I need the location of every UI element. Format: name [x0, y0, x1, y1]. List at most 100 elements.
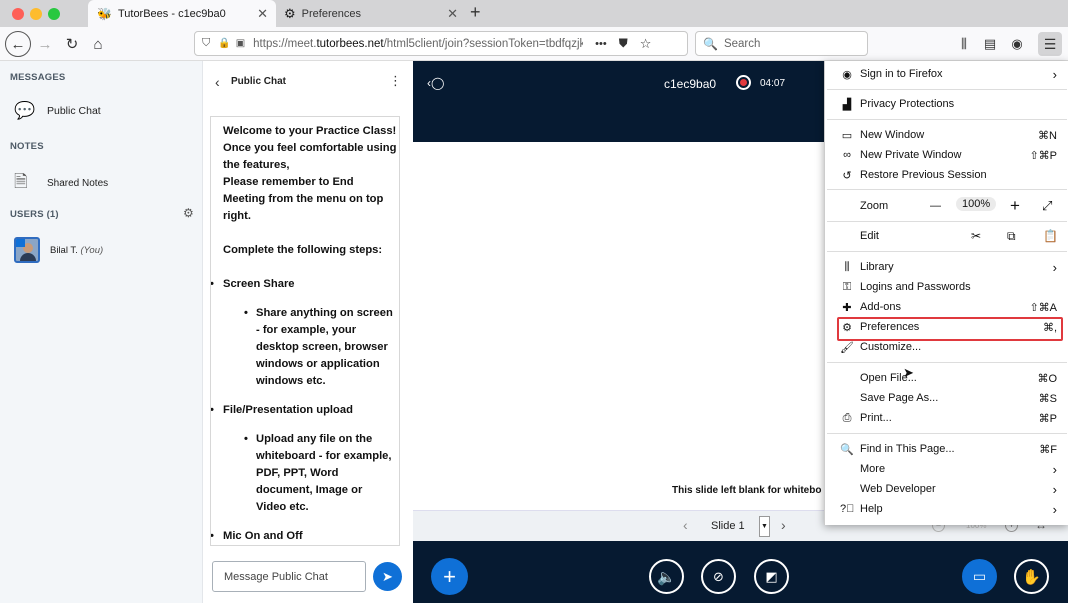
zoom-reset-button[interactable]: 100% — [956, 197, 997, 211]
menu-item-open-file[interactable]: Open File... ⌘O — [825, 368, 1068, 388]
next-slide-button[interactable]: › — [781, 517, 786, 533]
slide-dropdown-icon[interactable]: ▼ — [759, 516, 770, 537]
user-list-item[interactable]: Bilal T. (You) — [14, 237, 103, 263]
chat-message-list[interactable]: Welcome to your Practice Class! Once you… — [210, 116, 400, 546]
minimize-window-button[interactable] — [30, 8, 42, 20]
close-icon[interactable]: ✕ — [257, 6, 268, 22]
menu-item-more[interactable]: More › — [825, 459, 1068, 479]
paste-icon[interactable]: 📋 — [1043, 229, 1058, 243]
raise-hand-button[interactable]: ✋ — [1014, 559, 1049, 594]
shield-icon[interactable]: ⛉ — [202, 37, 210, 50]
menu-item-help[interactable]: ?⃝ Help › — [825, 499, 1068, 519]
send-button[interactable]: ➤ — [373, 562, 402, 591]
menu-item-save-page[interactable]: Save Page As... ⌘S — [825, 388, 1068, 408]
page-actions-icon[interactable]: ••• — [595, 38, 607, 50]
account-icon[interactable]: ◉ — [1005, 32, 1029, 56]
library-icon: ⫼ — [844, 260, 850, 273]
chat-panel: ‹ Public Chat ⋮ Welcome to your Practice… — [203, 61, 413, 603]
back-button[interactable]: ← — [5, 31, 31, 57]
shared-notes-label: Shared Notes — [47, 178, 109, 189]
menu-item-restore-session[interactable]: ↺ Restore Previous Session — [825, 165, 1068, 185]
menu-item-print[interactable]: ⎙ Print... ⌘P — [825, 408, 1068, 428]
copy-icon[interactable]: ⧉ — [1007, 229, 1016, 244]
chevron-right-icon: › — [1052, 501, 1057, 517]
list-item: • Upload any file on the whiteboard - fo… — [244, 433, 392, 513]
lock-icon[interactable]: 🔒 — [218, 38, 230, 49]
pocket-icon[interactable]: ⛊ — [619, 36, 628, 51]
send-icon: ➤ — [382, 568, 393, 584]
menu-item-addons[interactable]: ✚ Add-ons ⇧⌘A — [825, 297, 1068, 317]
menu-item-private-window[interactable]: ∞ New Private Window ⇧⌘P — [825, 145, 1068, 165]
mask-icon: ∞ — [843, 149, 851, 161]
chat-message-input[interactable]: Message Public Chat — [212, 561, 366, 592]
tab-preferences[interactable]: ⚙ Preferences ✕ — [278, 0, 466, 27]
firefox-app-menu: ◉ Sign in to Firefox › ▟ Privacy Protect… — [824, 61, 1068, 525]
hand-icon: ✋ — [1022, 568, 1041, 586]
slide-selector[interactable]: Slide 1 — [711, 520, 745, 532]
printer-icon: ⎙ — [842, 411, 852, 424]
new-tab-button[interactable]: + — [470, 2, 481, 23]
chat-options-icon[interactable]: ⋮ — [389, 73, 402, 89]
menu-item-logins[interactable]: ⚿ Logins and Passwords — [825, 277, 1068, 297]
close-window-button[interactable] — [12, 8, 24, 20]
hamburger-menu-button[interactable]: ☰ — [1038, 32, 1062, 56]
sidebar-icon[interactable]: ▤ — [978, 32, 1002, 56]
chat-title: Public Chat — [231, 76, 287, 87]
menu-item-sign-in[interactable]: ◉ Sign in to Firefox › — [825, 63, 1068, 85]
menu-item-edit: Edit ✂ ⧉ 📋 — [860, 228, 1058, 244]
key-icon: ⚿ — [842, 280, 852, 293]
camera-off-icon: ⊘ — [713, 568, 724, 584]
chevron-right-icon: › — [1052, 259, 1057, 275]
menu-item-library[interactable]: ⫼ Library › — [825, 257, 1068, 277]
zoom-out-button[interactable]: — — [930, 200, 941, 212]
cut-icon[interactable]: ✂ — [971, 229, 981, 243]
public-chat-item[interactable]: 💬 Public Chat — [14, 101, 101, 121]
menu-item-find[interactable]: 🔍 Find in This Page... ⌘F — [825, 439, 1068, 459]
library-icon[interactable]: ⫼ — [952, 32, 976, 56]
list-item: • File/Presentation upload — [210, 404, 353, 416]
fullscreen-icon[interactable]: ⤢ — [1042, 198, 1052, 214]
restore-icon: ↺ — [842, 169, 852, 182]
shared-notes-item[interactable]: 🗎 Shared Notes — [14, 169, 108, 198]
maximize-window-button[interactable] — [48, 8, 60, 20]
close-icon[interactable]: ✕ — [447, 6, 458, 22]
search-icon: 🔍 — [840, 443, 854, 456]
avatar — [14, 237, 40, 263]
zoom-in-button[interactable]: + — [1010, 196, 1020, 216]
presentation-toggle-button[interactable]: ▭ — [962, 559, 997, 594]
presentation-icon: ▭ — [972, 568, 987, 584]
public-chat-label: Public Chat — [47, 105, 101, 117]
menu-item-customize[interactable]: 🖌 Customize... — [825, 337, 1068, 357]
chat-bubble-icon: 💬 — [14, 101, 36, 120]
url-text[interactable]: https://meet.tutorbees.net/html5client/j… — [253, 38, 583, 50]
url-bar[interactable]: ⛉ 🔒 ▣ https://meet.tutorbees.net/html5cl… — [194, 31, 688, 56]
search-input[interactable]: 🔍 Search — [695, 31, 868, 56]
mouse-cursor-icon: ➤ — [903, 365, 914, 380]
audio-button[interactable]: 🔈 — [649, 559, 684, 594]
users-heading: USERS (1) — [10, 209, 59, 220]
action-bar: + 🔈 ⊘ ◩ ▭ ✋ — [413, 541, 1068, 603]
help-icon: ?⃝ — [840, 503, 855, 515]
forward-button[interactable]: → — [33, 32, 57, 56]
record-icon[interactable] — [736, 75, 751, 90]
menu-item-privacy[interactable]: ▟ Privacy Protections — [825, 94, 1068, 114]
bee-icon: 🐝 — [97, 6, 112, 21]
camera-permission-icon[interactable]: ▣ — [236, 38, 245, 49]
window-titlebar: 🐝 TutorBees - c1ec9ba0 ✕ ⚙ Preferences ✕… — [0, 0, 1068, 27]
home-button[interactable]: ⌂ — [86, 32, 110, 56]
tab-tutorbees[interactable]: 🐝 TutorBees - c1ec9ba0 ✕ — [88, 0, 276, 27]
search-icon: 🔍 — [703, 36, 718, 51]
screen-share-button[interactable]: ◩ — [754, 559, 789, 594]
chat-back-icon[interactable]: ‹ — [215, 74, 220, 90]
settings-gear-icon[interactable]: ⚙ — [183, 206, 194, 220]
puzzle-icon: ✚ — [842, 301, 852, 314]
camera-button[interactable]: ⊘ — [701, 559, 736, 594]
prev-slide-button[interactable]: ‹ — [683, 517, 688, 533]
reload-button[interactable]: ↻ — [60, 32, 84, 56]
menu-item-web-developer[interactable]: Web Developer › — [825, 479, 1068, 499]
tab-title: TutorBees - c1ec9ba0 — [117, 7, 226, 20]
actions-plus-button[interactable]: + — [431, 558, 468, 595]
menu-item-new-window[interactable]: ▭ New Window ⌘N — [825, 125, 1068, 145]
user-list-toggle-icon[interactable]: ‹◯ — [427, 76, 444, 90]
bookmark-star-icon[interactable]: ☆ — [640, 36, 652, 52]
